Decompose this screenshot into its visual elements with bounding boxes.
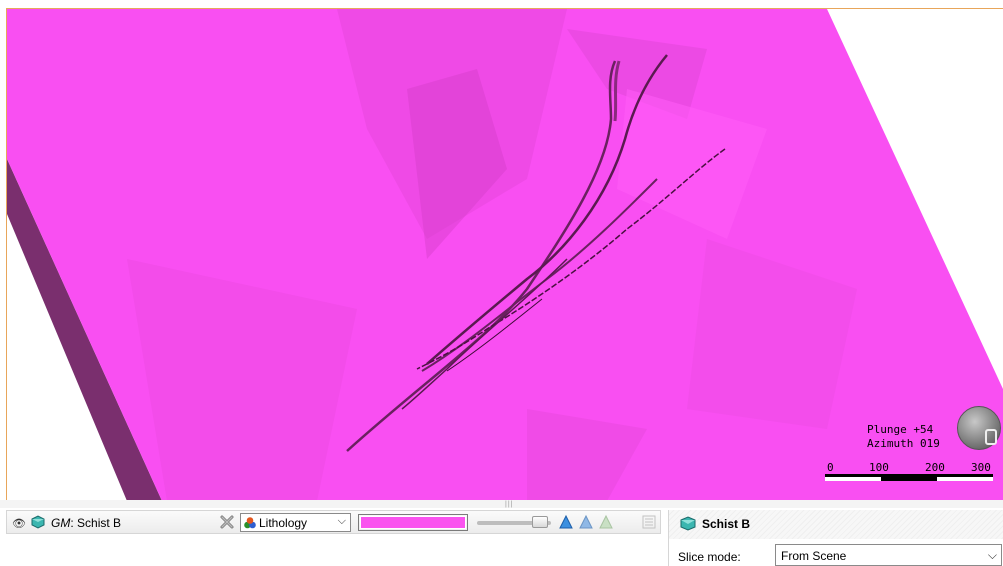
colour-mode-value: Lithology xyxy=(259,516,308,530)
slice-mode-select[interactable]: From Scene ⌵ xyxy=(775,544,1002,566)
geological-model-icon xyxy=(680,516,696,531)
slice-mode-value: From Scene xyxy=(781,549,847,563)
scene-viewport[interactable]: Plunge +54 Azimuth 019 0 100 200 300 xyxy=(6,8,1003,502)
scale-label: 100 xyxy=(869,461,889,474)
clip-icon[interactable] xyxy=(578,514,594,530)
properties-panel: Schist B Slice mode: From Scene ⌵ xyxy=(668,510,1003,566)
eye-icon[interactable]: 👁 xyxy=(12,517,26,530)
remove-icon[interactable] xyxy=(219,514,235,530)
slice-mode-label: Slice mode: xyxy=(678,550,741,564)
list-icon[interactable] xyxy=(641,514,657,530)
azimuth-readout: Azimuth 019 xyxy=(867,437,940,450)
plunge-readout: Plunge +54 xyxy=(867,423,934,436)
slider-thumb[interactable] xyxy=(532,516,548,528)
fade-icon[interactable] xyxy=(598,514,614,530)
scale-label: 0 xyxy=(827,461,834,474)
chevron-down-icon: ⌵ xyxy=(337,515,346,527)
chevron-down-icon: ⌵ xyxy=(987,548,997,562)
object-toolbar: 👁 GM: Schist B Lithology ⌵ xyxy=(6,510,661,534)
geological-model-render xyxy=(7,9,1003,501)
object-name: : Schist B xyxy=(70,516,122,530)
properties-title: Schist B xyxy=(702,517,751,531)
opacity-slider[interactable] xyxy=(477,516,551,528)
scale-bar xyxy=(825,474,993,481)
slice-view-icon[interactable] xyxy=(558,514,574,530)
object-label: GM: Schist B xyxy=(51,516,121,530)
lithology-palette-icon xyxy=(244,517,256,529)
geological-model-icon xyxy=(31,515,45,529)
colour-swatch[interactable] xyxy=(358,514,468,531)
properties-header: Schist B xyxy=(669,510,1003,539)
panel-splitter[interactable]: ||| xyxy=(0,500,1003,508)
orientation-compass-icon[interactable] xyxy=(957,406,1001,450)
object-prefix: GM xyxy=(51,516,71,530)
scale-label: 300 xyxy=(971,461,991,474)
scale-label: 200 xyxy=(925,461,945,474)
grip-icon: ||| xyxy=(505,501,514,508)
colour-mode-dropdown[interactable]: Lithology ⌵ xyxy=(240,513,351,532)
